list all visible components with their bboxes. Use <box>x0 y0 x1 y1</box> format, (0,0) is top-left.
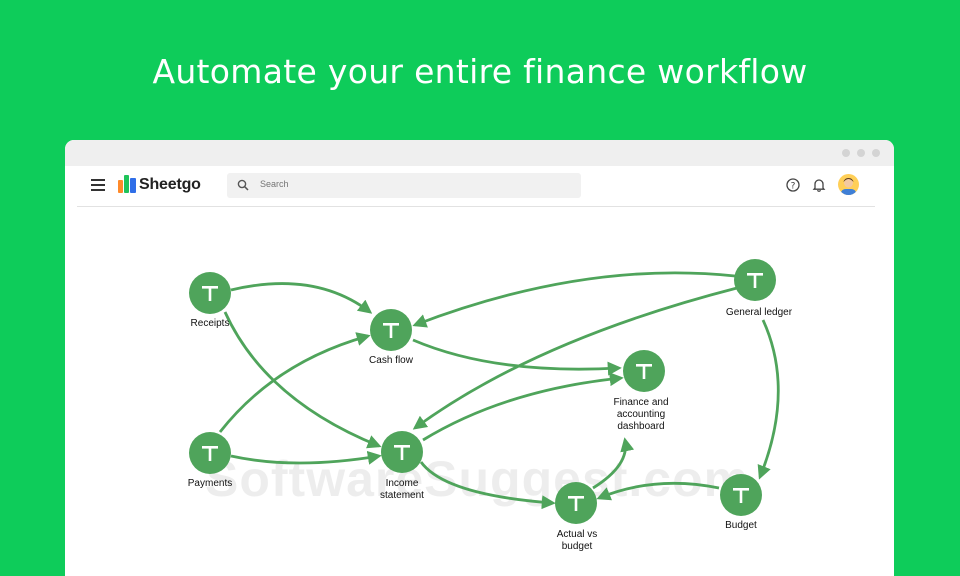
node-finance-dashboard[interactable] <box>623 350 665 392</box>
edge-receipts-cashflow <box>230 282 373 314</box>
label-income-statement: Income statement <box>380 478 424 501</box>
edge-ledger-budget <box>757 319 780 480</box>
edge-income-dashboard <box>422 372 624 442</box>
label-payments: Payments <box>187 478 233 489</box>
node-payments[interactable] <box>189 432 231 474</box>
node-actual-vs-budget[interactable] <box>555 482 597 524</box>
workflow-diagram <box>189 259 780 524</box>
node-receipts[interactable] <box>189 272 231 314</box>
edge-payments-cashflow <box>218 332 371 433</box>
edge-payments-income <box>230 450 382 465</box>
label-finance-dashboard: Finance and accounting dashboard <box>613 397 669 432</box>
headline: Automate your entire finance workflow <box>152 52 808 91</box>
edge-cashflow-dashboard <box>412 338 622 376</box>
node-budget[interactable] <box>720 474 762 516</box>
label-cash-flow: Cash flow <box>369 355 413 366</box>
node-general-ledger[interactable] <box>734 259 776 301</box>
label-budget: Budget <box>725 520 757 531</box>
edge-ledger-cashflow <box>412 271 736 328</box>
node-income-statement[interactable] <box>381 431 423 473</box>
edge-actual-dashboard <box>592 437 635 490</box>
label-receipts: Receipts <box>190 318 230 329</box>
edge-receipts-income <box>223 311 382 449</box>
edge-budget-actual <box>596 481 720 501</box>
label-actual-vs-budget: Actual vs budget <box>556 529 598 552</box>
app-window: Sheetgo ? SoftwareSuggest.com <box>65 140 894 576</box>
node-cash-flow[interactable] <box>370 309 412 351</box>
label-general-ledger: General ledger <box>725 307 793 318</box>
